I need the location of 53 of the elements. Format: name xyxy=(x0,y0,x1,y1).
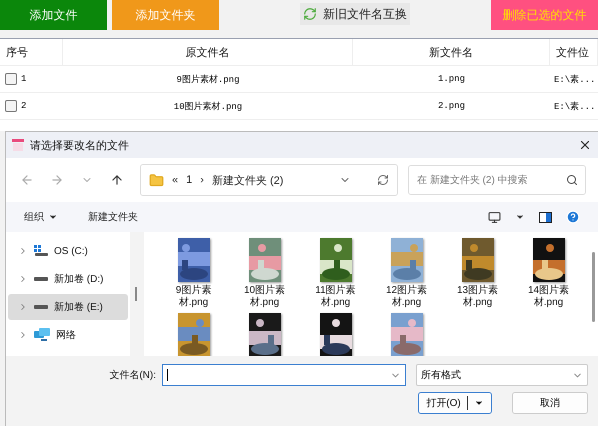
swap-icon xyxy=(303,7,317,21)
checkbox[interactable] xyxy=(5,73,17,85)
swap-names-button[interactable]: 新旧文件名互换 xyxy=(300,3,410,25)
breadcrumb-item[interactable]: « xyxy=(172,174,178,186)
address-bar[interactable]: « 1 › 新建文件夹 (2) xyxy=(140,164,398,196)
sidebar-item[interactable]: 新加卷 (E:) xyxy=(8,294,128,320)
search-field[interactable]: 在 新建文件夹 (2) 中搜索 xyxy=(408,165,586,195)
add-file-button[interactable]: 添加文件 xyxy=(0,0,107,30)
table-cell-text: 10图片素材.png xyxy=(172,100,244,112)
network-icon xyxy=(34,328,50,342)
column-header: 序号 xyxy=(0,39,63,65)
file-name-field[interactable] xyxy=(162,364,406,386)
file-name[interactable]: 12图片素材.png xyxy=(378,285,436,309)
preview-pane-icon[interactable] xyxy=(539,212,552,222)
table-cell-text: 9图片素材.png xyxy=(175,74,240,86)
folder-icon xyxy=(149,172,164,188)
checkbox[interactable] xyxy=(5,100,17,112)
table-cell-text: 2.png xyxy=(436,101,466,111)
breadcrumb-item[interactable]: › xyxy=(200,174,204,186)
organize-menu-button[interactable]: 组织 xyxy=(24,210,58,224)
dialog-title: 请选择要改名的文件 xyxy=(30,138,130,152)
file-name[interactable]: 13图片素材.png xyxy=(448,285,506,309)
row-number: 1 xyxy=(21,74,26,84)
open-button[interactable]: 打开(O) xyxy=(418,392,492,414)
sidebar-item[interactable]: OS (C:) xyxy=(8,238,128,264)
file-name[interactable]: 9图片素材.png xyxy=(164,285,222,309)
cancel-button[interactable]: 取消 xyxy=(512,392,588,414)
column-header: 文件位 xyxy=(550,39,598,65)
search-icon[interactable] xyxy=(566,174,578,186)
table-cell-text: 1.png xyxy=(436,74,466,84)
sidebar-item[interactable]: 新加卷 (D:) xyxy=(8,266,128,292)
drive-icon xyxy=(34,304,48,310)
column-header: 新文件名 xyxy=(353,39,550,65)
table-cell-text: E:\素... xyxy=(553,100,596,112)
new-folder-button[interactable]: 新建文件夹 xyxy=(88,210,138,224)
breadcrumb-item[interactable]: 新建文件夹 (2) xyxy=(212,172,284,188)
close-icon[interactable] xyxy=(578,138,592,152)
drive-icon xyxy=(34,276,48,282)
file-name-label: 文件名(N): xyxy=(109,368,156,382)
refresh-icon[interactable] xyxy=(377,174,389,186)
table-cell-text: E:\素... xyxy=(553,74,596,86)
file-name[interactable]: 14图片素材.png xyxy=(520,285,578,309)
row-number: 2 xyxy=(21,101,26,111)
view-icon[interactable] xyxy=(488,210,501,224)
breadcrumb-item[interactable]: 1 xyxy=(186,174,192,186)
sidebar-item[interactable]: 网络 xyxy=(8,322,128,348)
help-icon[interactable] xyxy=(566,210,580,224)
file-name[interactable]: 10图片素材.png xyxy=(236,285,294,309)
column-header: 原文件名 xyxy=(63,39,353,65)
drive-icon xyxy=(34,245,48,257)
file-name[interactable]: 11图片素材.png xyxy=(306,285,364,309)
file-type-dropdown[interactable]: 所有格式 xyxy=(416,364,588,386)
app-icon xyxy=(12,139,24,151)
